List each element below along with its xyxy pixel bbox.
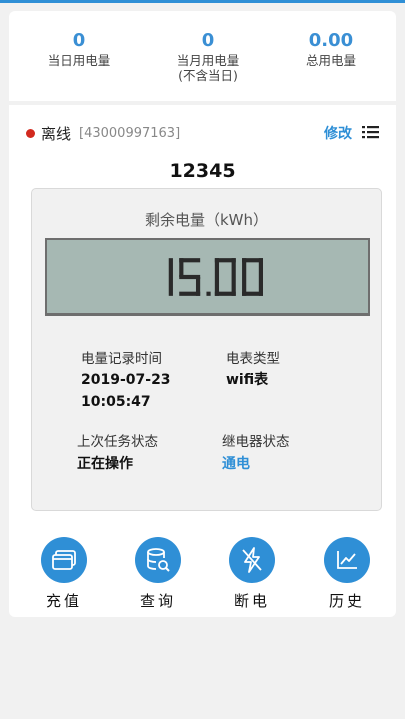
stat-month-note: (不含当日) [178,68,238,83]
lcd-decimal-point [206,291,211,296]
remaining-power-title: 剩余电量（kWh） [144,211,269,229]
stat-month: 0 当月用电量 (不含当日) [143,30,273,84]
edit-button[interactable]: 修改 [324,123,352,143]
meter-panel: 剩余电量（kWh） 电量记录时间 2019-07-23 10:05:47 电表类… [31,188,382,511]
lightning-off-icon [229,537,275,583]
action-bar: 充值 查询 断电 历史 [9,537,396,617]
lcd-segment [179,291,201,296]
query-label: 查询 [139,592,176,610]
lcd-display [45,238,370,316]
relay-status-label: 继电器状态 [222,434,290,450]
history-button[interactable]: 历史 [312,537,382,611]
lcd-segment [168,276,173,296]
stat-total-label: 总用电量 [305,53,356,68]
last-task-label: 上次任务状态 [77,434,158,450]
lcd-segment [258,257,263,277]
power-off-button[interactable]: 断电 [217,537,287,611]
record-date: 2019-07-23 [81,372,171,388]
history-label: 历史 [328,592,365,610]
stat-month-label: 当月用电量 [176,53,240,68]
stat-today-value: 0 [72,30,86,51]
status-dot-icon [26,128,35,138]
meter-type-value: wifi表 [226,372,269,388]
lcd-segment [214,257,220,277]
lcd-segment [231,257,236,277]
lcd-segment [179,257,184,277]
lcd-reading [168,257,263,296]
usage-stats-card: 0 当日用电量 0 当月用电量 (不含当日) 0.00 总用电量 [9,11,396,101]
meter-type-label: 电表类型 [226,351,280,367]
stat-month-value: 0 [201,30,215,51]
power-off-label: 断电 [233,592,270,610]
stat-total: 0.00 总用电量 [266,30,396,69]
meter-card: 离线 [43000997163] 修改 12345 剩余电量（kWh） 电量记录… [9,105,396,617]
stat-today: 0 当日用电量 [14,30,144,69]
query-button[interactable]: 查询 [123,537,193,611]
record-clock: 10:05:47 [81,394,151,410]
recharge-label: 充值 [45,592,82,610]
status-text: 离线 [41,124,72,143]
chart-line-icon [324,537,370,583]
lcd-segment [214,276,220,296]
relay-status-value: 通电 [222,456,250,472]
stat-today-label: 当日用电量 [47,53,111,68]
top-accent-bar [0,0,405,3]
list-menu-icon[interactable] [362,125,379,139]
lcd-segment [242,257,247,277]
lcd-segment [242,276,247,296]
lcd-segment [168,257,173,277]
card-icon [41,537,87,583]
last-task-value: 正在操作 [77,456,133,472]
connection-status: 离线 [43000997163] [26,123,180,143]
device-name: 12345 [169,160,236,182]
recharge-button[interactable]: 充值 [29,537,99,611]
database-search-icon [135,537,181,583]
stat-total-value: 0.00 [308,30,354,51]
record-time-label: 电量记录时间 [81,351,162,367]
device-id: [43000997163] [79,125,181,141]
